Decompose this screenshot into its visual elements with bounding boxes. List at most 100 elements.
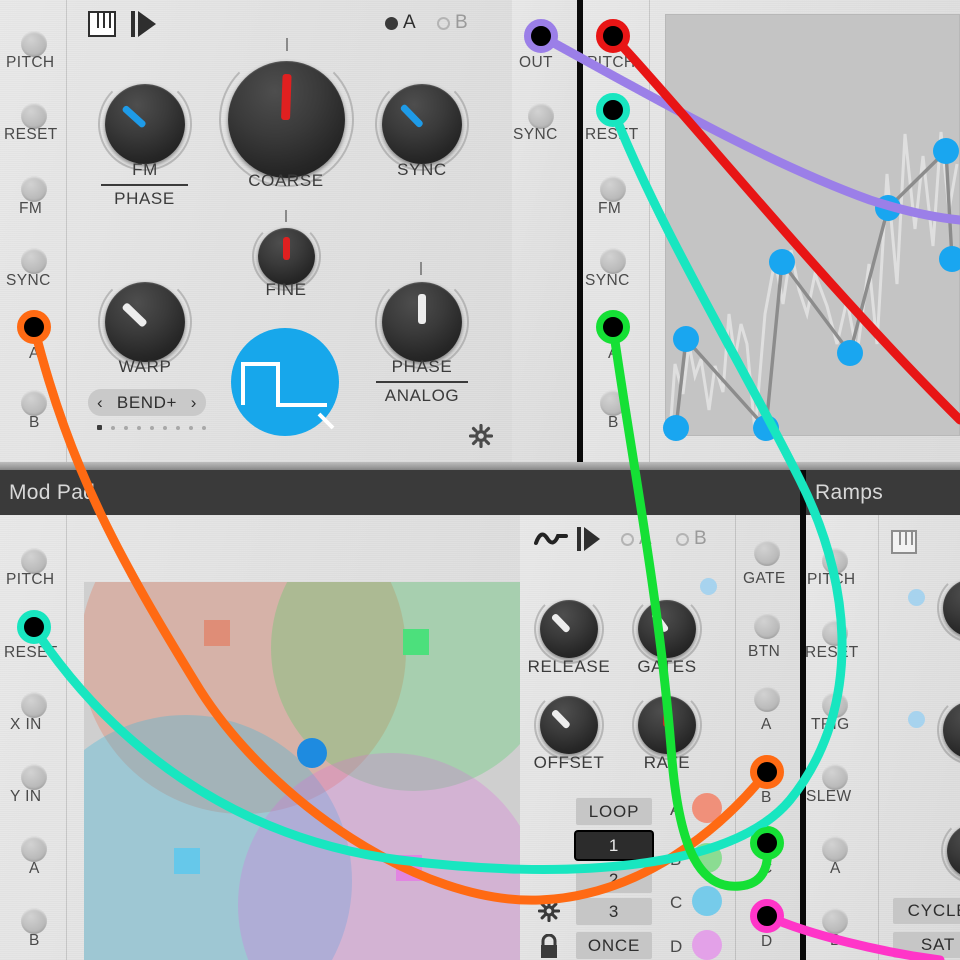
jack-modpad-b[interactable]: [21, 908, 47, 934]
play-icon[interactable]: [577, 527, 603, 551]
jack-label: RESET: [805, 644, 859, 661]
jack-label: B: [29, 414, 40, 431]
keyboard-icon[interactable]: [891, 530, 917, 554]
button-cycle[interactable]: CYCLE: [893, 898, 960, 924]
jack-envelope-a[interactable]: [754, 686, 780, 712]
jack-label: A: [608, 345, 619, 362]
jack-envelope-btn[interactable]: [754, 613, 780, 639]
jack-oscillator-sync[interactable]: [21, 248, 47, 274]
page-dots[interactable]: [97, 425, 206, 430]
jack-envelope-gate[interactable]: [754, 540, 780, 566]
jack-ramps-reset[interactable]: [822, 620, 848, 646]
square-wave-icon[interactable]: [231, 328, 339, 436]
knob-pointer: [283, 237, 290, 260]
keyboard-icon[interactable]: [88, 11, 116, 37]
knob-fine[interactable]: [258, 228, 315, 285]
knob-offset[interactable]: [540, 696, 598, 754]
jack-oscillator-b[interactable]: [21, 390, 47, 416]
oscillator-voice-b[interactable]: B: [437, 12, 468, 34]
jack-envelope-c[interactable]: [750, 826, 784, 860]
knob-pointer: [121, 301, 148, 328]
jack-output-out[interactable]: [524, 19, 558, 53]
radio-label: B: [455, 12, 468, 33]
radio-dot: [385, 16, 398, 30]
knob-fm[interactable]: [105, 84, 185, 164]
jack-oscillator-fm[interactable]: [21, 176, 47, 202]
pad-cursor[interactable]: [297, 738, 327, 768]
rack-rail: [0, 462, 960, 470]
radio-label: A: [403, 12, 416, 33]
jack-ramps-b[interactable]: [822, 908, 848, 934]
knob-pointer: [418, 294, 426, 324]
jack-envelope-d[interactable]: [750, 899, 784, 933]
pad-marker-d[interactable]: [396, 855, 422, 881]
oscillator-voice-a[interactable]: A: [385, 12, 416, 34]
bend-value: BEND+: [116, 392, 178, 412]
jack-ramps-trig[interactable]: [822, 692, 848, 718]
jack-sequencer-pitch[interactable]: [596, 19, 630, 53]
mode-button-loop[interactable]: LOOP: [576, 798, 652, 825]
channel-led-a[interactable]: [692, 793, 722, 823]
knob-pointer: [121, 104, 147, 129]
jack-envelope-b[interactable]: [750, 755, 784, 789]
envelope-voice-b[interactable]: B: [676, 528, 707, 550]
jack-label: FM: [19, 200, 43, 217]
mode-button-once[interactable]: ONCE: [576, 932, 652, 959]
channel-led-c[interactable]: [692, 886, 722, 916]
jack-sequencer-sync[interactable]: [600, 248, 626, 274]
jack-ramps-a[interactable]: [822, 836, 848, 862]
jack-sequencer-b[interactable]: [600, 390, 626, 416]
mode-button-label: 1: [608, 835, 620, 855]
play-icon[interactable]: [131, 11, 159, 37]
jack-modpad-xin[interactable]: [21, 692, 47, 718]
jack-label: B: [761, 789, 772, 806]
mod-pad-surface[interactable]: [84, 582, 520, 960]
rack-header-label: Ramps: [815, 480, 884, 504]
knob-gates[interactable]: [638, 600, 696, 658]
knob-coarse[interactable]: [228, 61, 345, 178]
knob-phase[interactable]: [382, 282, 462, 362]
knob-pointer: [550, 708, 572, 730]
prev-icon[interactable]: ‹: [97, 393, 103, 413]
channel-led-d[interactable]: [692, 930, 722, 960]
knob-sync[interactable]: [382, 84, 462, 164]
jack-label: A: [29, 860, 40, 877]
knob-release[interactable]: [540, 600, 598, 658]
jack-sequencer-reset[interactable]: [596, 93, 630, 127]
jack-label: SLEW: [806, 788, 852, 805]
jack-label: PITCH: [807, 571, 856, 588]
radio-dot: [437, 16, 450, 30]
envelope-voice-a[interactable]: A: [621, 528, 652, 550]
mode-button-1[interactable]: 1: [576, 832, 652, 859]
jack-modpad-yin[interactable]: [21, 764, 47, 790]
mode-button-2[interactable]: 2: [576, 866, 652, 893]
mode-button-label: LOOP: [588, 801, 640, 821]
jack-oscillator-a[interactable]: [17, 310, 51, 344]
jack-ring: [750, 826, 784, 860]
next-icon[interactable]: ›: [191, 393, 197, 413]
bend-selector[interactable]: ‹ BEND+ ›: [88, 389, 206, 416]
pad-marker-b[interactable]: [403, 629, 429, 655]
knob-rate[interactable]: [638, 696, 696, 754]
jack-ramps-slew[interactable]: [822, 764, 848, 790]
knob-tick: [420, 262, 422, 275]
mode-button-3[interactable]: 3: [576, 898, 652, 925]
jack-label: D: [761, 933, 773, 950]
knob-label: WARP: [118, 357, 172, 376]
jack-modpad-reset[interactable]: [17, 610, 51, 644]
mode-button-label: 3: [608, 901, 620, 921]
jack-modpad-a[interactable]: [21, 836, 47, 862]
pad-marker-c[interactable]: [174, 848, 200, 874]
button-sat[interactable]: SAT: [893, 932, 960, 958]
jack-sequencer-a[interactable]: [596, 310, 630, 344]
pad-marker-a[interactable]: [204, 620, 230, 646]
jack-ring: [596, 19, 630, 53]
jack-label: PITCH: [6, 54, 55, 71]
channel-led-b[interactable]: [692, 843, 722, 873]
jack-label: SYNC: [513, 126, 558, 143]
rack-header-ramps: Ramps: [806, 470, 960, 515]
jack-sequencer-fm[interactable]: [600, 176, 626, 202]
knob-warp[interactable]: [105, 282, 185, 362]
jack-label: SYNC: [6, 272, 51, 289]
sequencer-display[interactable]: [665, 14, 960, 436]
